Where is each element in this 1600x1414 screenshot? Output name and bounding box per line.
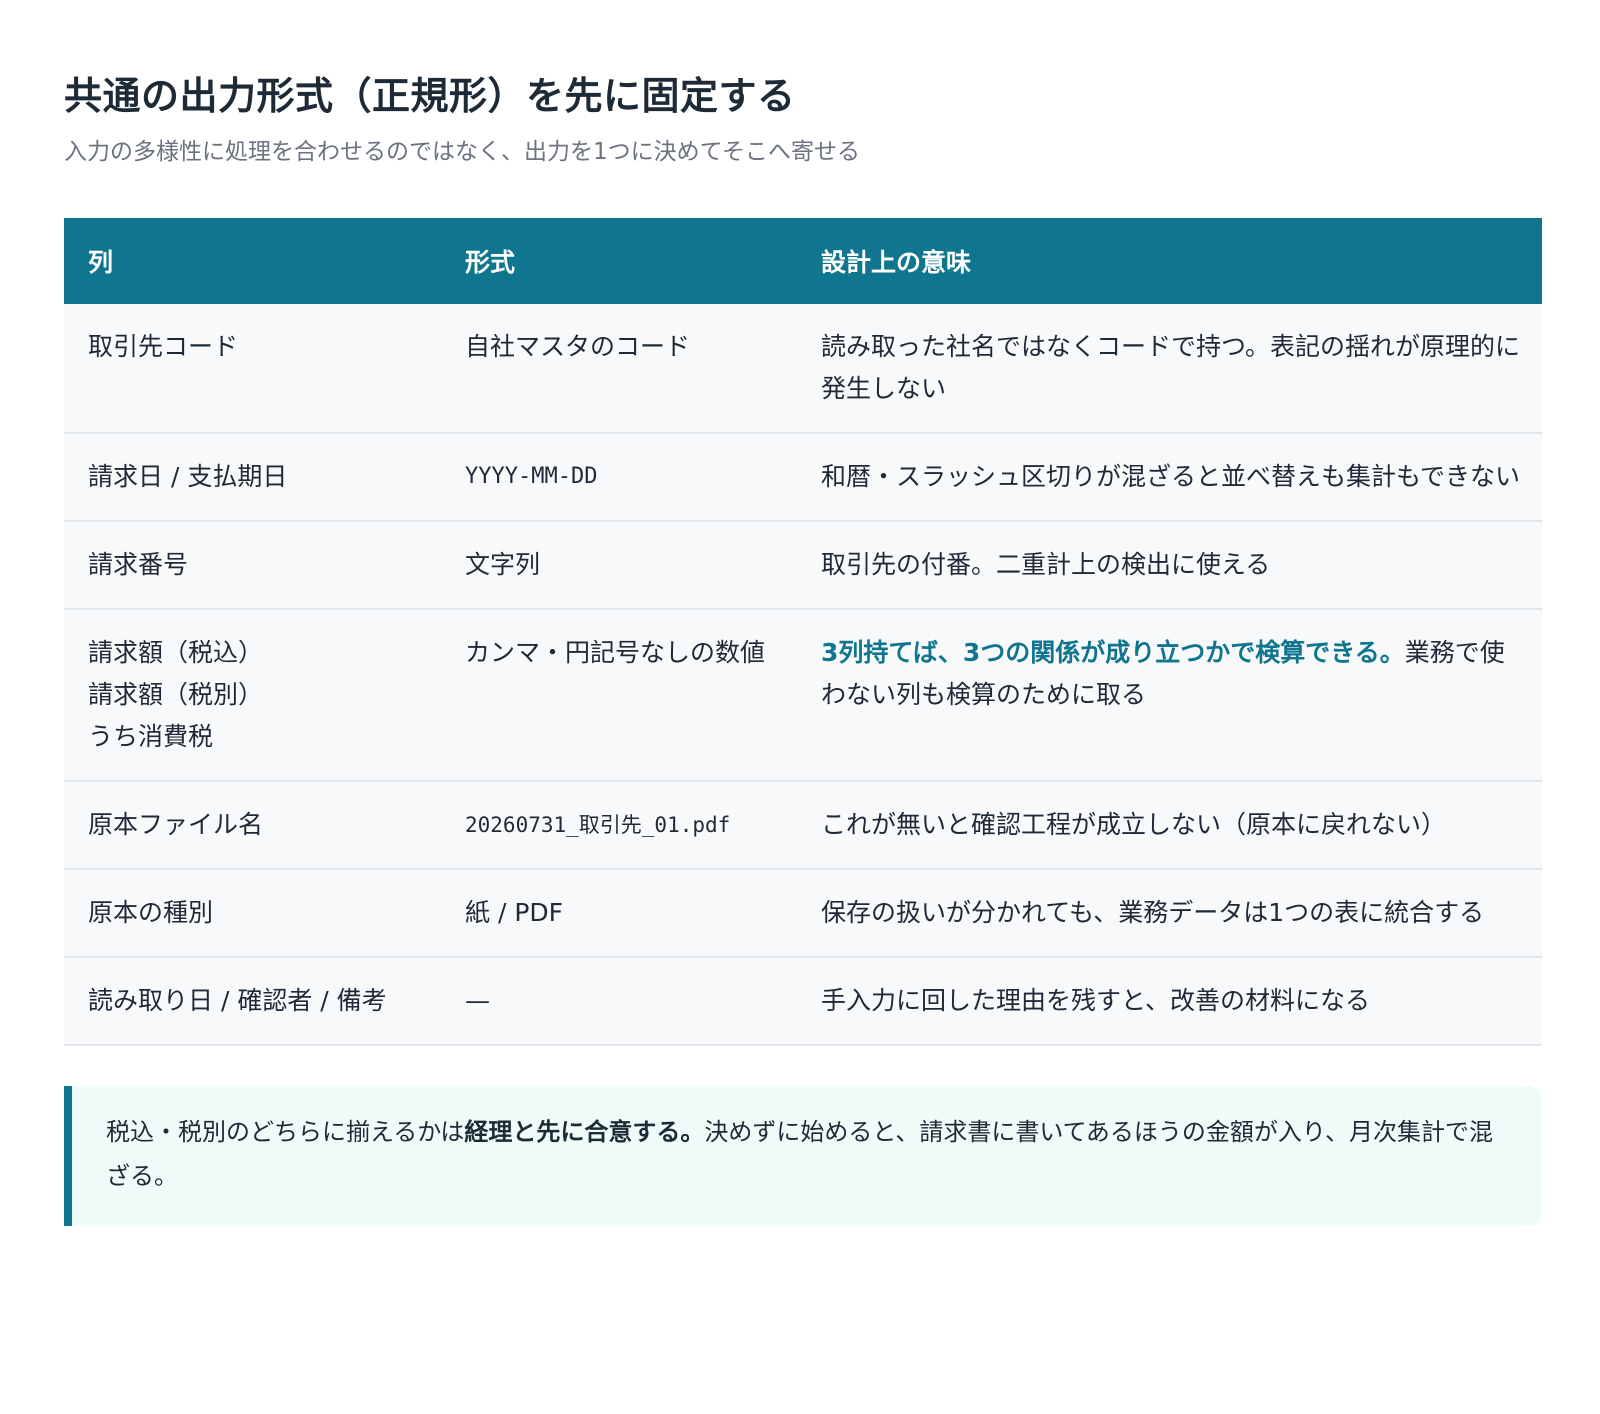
meaning-text: 取引先の付番。二重計上の検出に使える <box>821 550 1271 579</box>
output-format-table: 列 形式 設計上の意味 取引先コード 自社マスタのコード 読み取った社名ではなく… <box>64 218 1542 1046</box>
column-name: 原本ファイル名 <box>88 810 264 839</box>
callout-note: 税込・税別のどちらに揃えるかは経理と先に合意する。決めずに始めると、請求書に書い… <box>64 1086 1542 1226</box>
meaning-text: 読み取った社名ではなくコードで持つ。表記の揺れが原理的に発生しない <box>821 332 1521 403</box>
meaning-highlight: 3列持てば、3つの関係が成り立つかで検算できる。 <box>821 638 1405 667</box>
cell-format: 文字列 <box>449 521 805 610</box>
table-header-row: 列 形式 設計上の意味 <box>64 218 1542 304</box>
page-title: 共通の出力形式（正規形）を先に固定する <box>64 74 796 118</box>
page-subtitle: 入力の多様性に処理を合わせるのではなく、出力を1つに決めてそこへ寄せる <box>64 139 860 165</box>
meaning-text: 手入力に回した理由を残すと、改善の材料になる <box>821 986 1371 1015</box>
cell-meaning: 3列持てば、3つの関係が成り立つかで検算できる。業務で使わない列も検算のために取… <box>805 609 1542 782</box>
cell-meaning: 保存の扱いが分かれても、業務データは1つの表に統合する <box>805 869 1542 958</box>
cell-meaning: 和暦・スラッシュ区切りが混ざると並べ替えも集計もできない <box>805 433 1542 522</box>
cell-format: — <box>449 957 805 1046</box>
table-row: 原本の種別 紙 / PDF 保存の扱いが分かれても、業務データは1つの表に統合す… <box>64 869 1542 958</box>
meaning-text: これが無いと確認工程が成立しない（原本に戻れない） <box>821 810 1447 839</box>
cell-format: カンマ・円記号なしの数値 <box>449 609 805 782</box>
table-header: 列 形式 設計上の意味 <box>64 218 1542 304</box>
table-row: 請求番号 文字列 取引先の付番。二重計上の検出に使える <box>64 521 1542 610</box>
cell-meaning: 読み取った社名ではなくコードで持つ。表記の揺れが原理的に発生しない <box>805 304 1542 434</box>
cell-meaning: 取引先の付番。二重計上の検出に使える <box>805 521 1542 610</box>
table-row: 請求額（税込） 請求額（税別） うち消費税 カンマ・円記号なしの数値 3列持てば… <box>64 609 1542 782</box>
table-row: 取引先コード 自社マスタのコード 読み取った社名ではなくコードで持つ。表記の揺れ… <box>64 304 1542 434</box>
column-header-col: 列 <box>64 218 449 304</box>
column-header-meaning: 設計上の意味 <box>805 218 1542 304</box>
column-name: 請求額（税込） <box>88 638 264 667</box>
cell-format: 紙 / PDF <box>449 869 805 958</box>
meaning-text: 和暦・スラッシュ区切りが混ざると並べ替えも集計もできない <box>821 462 1521 491</box>
cell-format: YYYY-MM-DD <box>449 433 805 522</box>
cell-column: 原本ファイル名 <box>64 781 449 870</box>
cell-format: 20260731_取引先_01.pdf <box>449 781 805 870</box>
meaning-text: 保存の扱いが分かれても、業務データは1つの表に統合する <box>821 898 1485 927</box>
column-name: うち消費税 <box>88 722 214 751</box>
cell-column: 請求番号 <box>64 521 449 610</box>
cell-column: 請求日 / 支払期日 <box>64 433 449 522</box>
table-row: 読み取り日 / 確認者 / 備考 — 手入力に回した理由を残すと、改善の材料にな… <box>64 957 1542 1046</box>
column-name: 取引先コード <box>88 332 239 361</box>
cell-column: 請求額（税込） 請求額（税別） うち消費税 <box>64 609 449 782</box>
note-emphasis: 経理と先に合意する。 <box>464 1118 705 1146</box>
cell-meaning: 手入力に回した理由を残すと、改善の材料になる <box>805 957 1542 1046</box>
column-header-format: 形式 <box>449 218 805 304</box>
column-name: 請求日 / 支払期日 <box>88 462 288 491</box>
column-name: 請求番号 <box>88 550 189 579</box>
note-text: 税込・税別のどちらに揃えるかは <box>106 1118 465 1146</box>
page: 共通の出力形式（正規形）を先に固定する 入力の多様性に処理を合わせるのではなく、… <box>0 0 1600 1226</box>
cell-column: 読み取り日 / 確認者 / 備考 <box>64 957 449 1046</box>
column-name: 読み取り日 / 確認者 / 備考 <box>88 986 387 1015</box>
cell-meaning: これが無いと確認工程が成立しない（原本に戻れない） <box>805 781 1542 870</box>
cell-column: 原本の種別 <box>64 869 449 958</box>
cell-format: 自社マスタのコード <box>449 304 805 434</box>
column-name: 請求額（税別） <box>88 680 264 709</box>
table-body: 取引先コード 自社マスタのコード 読み取った社名ではなくコードで持つ。表記の揺れ… <box>64 304 1542 1046</box>
column-name: 原本の種別 <box>88 898 214 927</box>
table-row: 請求日 / 支払期日 YYYY-MM-DD 和暦・スラッシュ区切りが混ざると並べ… <box>64 433 1542 522</box>
cell-column: 取引先コード <box>64 304 449 434</box>
table-row: 原本ファイル名 20260731_取引先_01.pdf これが無いと確認工程が成… <box>64 781 1542 870</box>
